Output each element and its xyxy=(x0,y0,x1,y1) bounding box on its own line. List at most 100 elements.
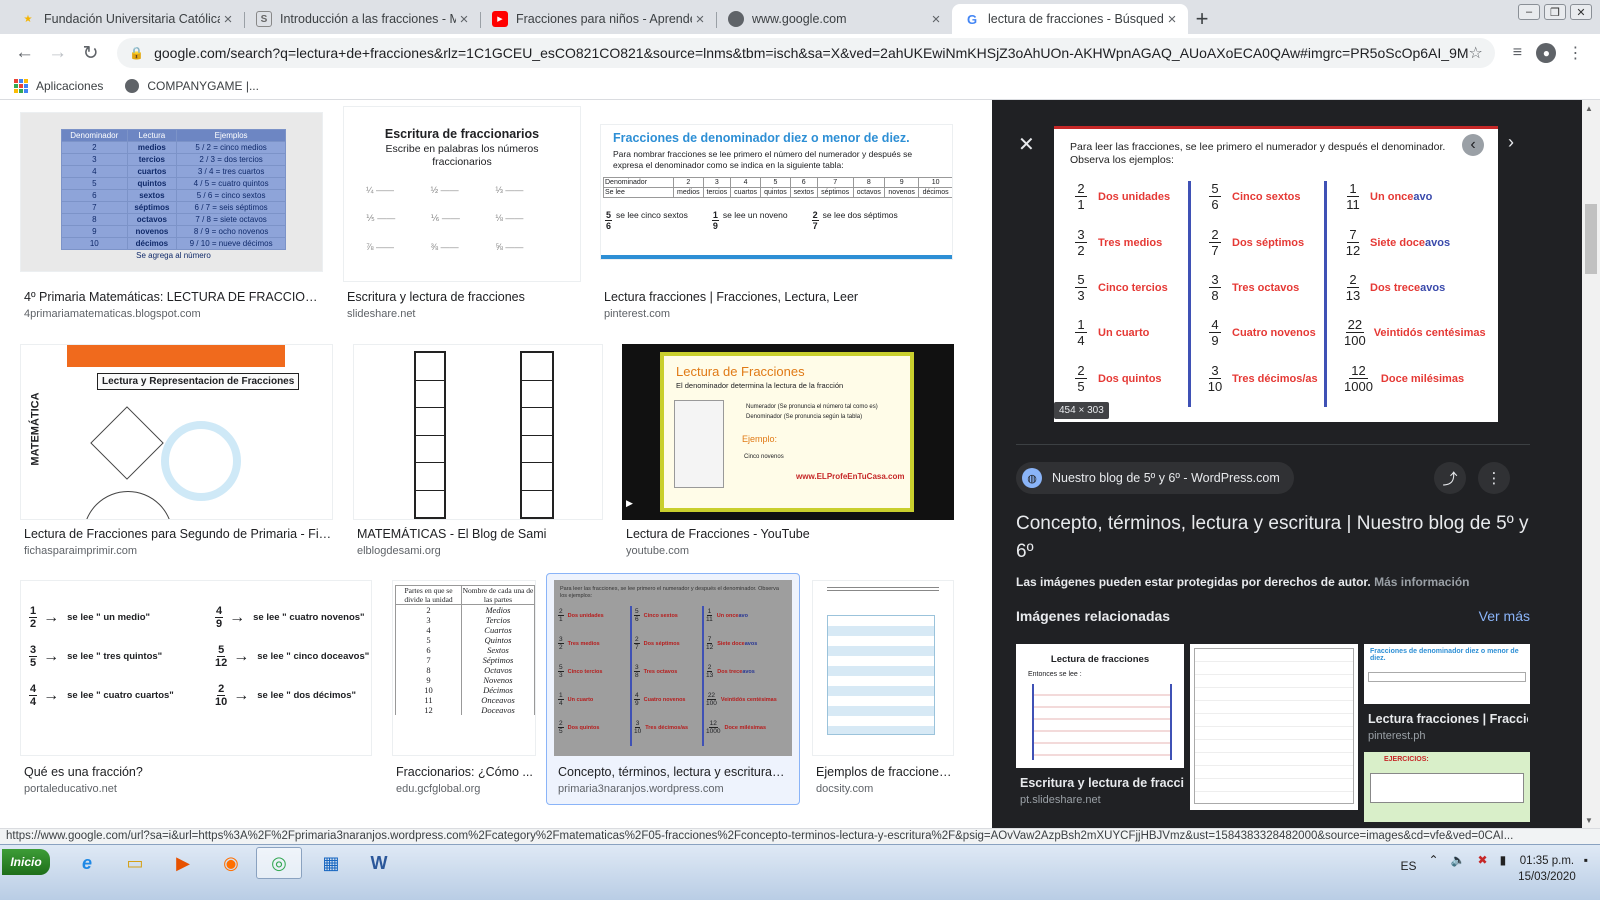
related-source-3[interactable]: pinterest.ph xyxy=(1368,730,1528,742)
youtube-favicon-icon: ▶ xyxy=(492,11,508,27)
close-tab-icon[interactable]: × xyxy=(456,11,472,28)
close-tab-icon[interactable]: × xyxy=(1164,11,1180,28)
reload-icon[interactable]: ↻ xyxy=(76,38,105,68)
result-source-3[interactable]: pinterest.com xyxy=(604,308,952,320)
source-site-chip[interactable]: ◍ Nuestro blog de 5º y 6º - WordPress.co… xyxy=(1016,462,1294,494)
table-cell: 6 xyxy=(789,177,818,188)
related-image-4[interactable]: EJERCICIOS: xyxy=(1364,752,1530,822)
preview-image[interactable]: Para leer las fracciones, se lee primero… xyxy=(1054,126,1498,422)
play-icon[interactable]: ▶ xyxy=(626,498,633,509)
forward-arrow-icon[interactable]: → xyxy=(43,38,72,68)
result-source-9[interactable]: primaria3naranjos.wordpress.com xyxy=(558,783,786,795)
related-title-1[interactable]: Escritura y lectura de fracci... xyxy=(1020,776,1184,790)
media-control-icon[interactable]: ≡ xyxy=(1503,38,1532,68)
close-tab-icon[interactable]: × xyxy=(692,11,708,28)
result-title-10[interactable]: Ejemplos de fracciones... xyxy=(816,765,952,779)
related-image-1[interactable]: Lectura de fracciones Entonces se lee : xyxy=(1016,644,1184,768)
result-thumbnail-5[interactable] xyxy=(353,344,603,520)
security-alert-icon[interactable]: ✖ xyxy=(1478,853,1488,867)
more-options-button[interactable]: ⋮ xyxy=(1478,462,1510,494)
address-bar[interactable]: 🔒 google.com/search?q=lectura+de+fraccio… xyxy=(117,38,1495,68)
tab-introduccion[interactable]: S Introducción a las fracciones - M × xyxy=(244,4,480,34)
show-desktop-icon[interactable]: ▪ xyxy=(1584,853,1588,867)
result-title-7[interactable]: Qué es una fracción? xyxy=(24,765,370,779)
related-source-1[interactable]: pt.slideshare.net xyxy=(1020,794,1184,806)
scroll-down-arrow-icon[interactable]: ▼ xyxy=(1585,816,1593,825)
related-image-2[interactable] xyxy=(1190,644,1358,810)
internet-explorer-icon[interactable]: e xyxy=(64,847,110,879)
volume-icon[interactable]: 🔈 xyxy=(1451,853,1466,867)
result-title-9[interactable]: Concepto, términos, lectura y escritura … xyxy=(558,765,786,779)
fraction-example: 1 11 Un onceavo xyxy=(1346,181,1433,212)
file-explorer-icon[interactable]: ▭ xyxy=(112,847,158,879)
profile-avatar[interactable]: ● xyxy=(1532,38,1561,68)
result-title-2[interactable]: Escritura y lectura de fracciones xyxy=(347,290,581,304)
close-window-icon[interactable]: ✕ xyxy=(1570,4,1592,20)
scroll-up-arrow-icon[interactable]: ▲ xyxy=(1585,104,1593,113)
clock[interactable]: 01:35 p.m. 15/03/2020 xyxy=(1518,853,1576,885)
result-source-6[interactable]: youtube.com xyxy=(626,545,952,557)
preview-title[interactable]: Concepto, términos, lectura y escritura … xyxy=(1016,510,1536,566)
fraction-reading: 35 → se lee " tres quintos" xyxy=(29,644,163,669)
result-thumbnail-9[interactable]: Para leer las fracciones, se lee primero… xyxy=(554,580,792,756)
result-title-3[interactable]: Lectura fracciones | Fracciones, Lectura… xyxy=(604,290,952,304)
tab-lectura-fracciones[interactable]: G lectura de fracciones - Búsqueda × xyxy=(952,4,1188,34)
result-source-8[interactable]: edu.gcfglobal.org xyxy=(396,783,536,795)
close-panel-icon[interactable]: ✕ xyxy=(1018,132,1035,157)
tab-fundacion[interactable]: ★ Fundación Universitaria Católica × xyxy=(8,4,244,34)
preview-fraction-columns: 21 Dos unidades 32 Tres medios 53 Cinco … xyxy=(1054,181,1498,421)
tray-expand-icon[interactable]: ⌃ xyxy=(1428,853,1438,867)
result-thumbnail-3[interactable]: Fracciones de denominador diez o menor d… xyxy=(600,124,953,260)
result-source-5[interactable]: elblogdesami.org xyxy=(357,545,603,557)
result-title-6[interactable]: Lectura de Fracciones - YouTube xyxy=(626,527,952,541)
control-panel-icon[interactable]: ▦ xyxy=(308,847,354,879)
word-icon[interactable]: W xyxy=(356,847,402,879)
back-arrow-icon[interactable]: ← xyxy=(10,38,39,68)
result-source-2[interactable]: slideshare.net xyxy=(347,308,581,320)
bookmark-star-icon[interactable]: ☆ xyxy=(1469,43,1483,63)
start-button[interactable]: Inicio xyxy=(2,849,50,875)
address-url[interactable]: google.com/search?q=lectura+de+fraccione… xyxy=(154,45,1468,61)
result-source-7[interactable]: portaleducativo.net xyxy=(24,783,370,795)
chrome-icon[interactable]: ◎ xyxy=(256,847,302,879)
result-thumbnail-10[interactable] xyxy=(812,580,954,756)
language-indicator[interactable]: ES xyxy=(1400,859,1416,873)
close-tab-icon[interactable]: × xyxy=(220,11,236,28)
related-image-3[interactable]: Fracciones de denominador diez o menor d… xyxy=(1364,644,1530,704)
see-more-link[interactable]: Ver más xyxy=(1479,608,1530,624)
previous-image-button[interactable]: ‹ xyxy=(1462,134,1484,156)
result-title-4[interactable]: Lectura de Fracciones para Segundo de Pr… xyxy=(24,527,332,541)
network-signal-icon[interactable]: ▮ xyxy=(1500,853,1507,867)
result-thumbnail-6[interactable]: Lectura de Fracciones El denominador det… xyxy=(622,344,954,520)
scrollbar-thumb[interactable] xyxy=(1585,204,1597,274)
new-tab-button[interactable]: + xyxy=(1188,4,1216,34)
lock-icon[interactable]: 🔒 xyxy=(129,46,144,60)
result-thumbnail-7[interactable]: 12 → se lee " un medio" 49 → se lee " cu… xyxy=(20,580,372,756)
close-tab-icon[interactable]: × xyxy=(928,11,944,28)
firefox-icon[interactable]: ◉ xyxy=(208,847,254,879)
result-thumbnail-8[interactable]: Partes en que se divide la unidad Nombre … xyxy=(392,580,536,756)
result-title-8[interactable]: Fraccionarios: ¿Cómo ... xyxy=(396,765,536,779)
result-title-5[interactable]: MATEMÁTICAS - El Blog de Sami xyxy=(357,527,603,541)
tab-google-home[interactable]: www.google.com × xyxy=(716,4,952,34)
next-image-button[interactable]: › xyxy=(1508,132,1514,153)
share-button[interactable]: ⤴ xyxy=(1434,462,1466,494)
bookmark-companygame[interactable]: COMPANYGAME |... xyxy=(125,78,259,93)
media-player-icon[interactable]: ▶ xyxy=(160,847,206,879)
example-text: se lee un noveno xyxy=(722,210,788,220)
result-thumbnail-1[interactable]: Denominador Lectura Ejemplos 2 medios 5 / 2 =… xyxy=(20,112,323,272)
result-thumbnail-4[interactable]: Lectura y Representacion de Fracciones M… xyxy=(20,344,333,520)
more-info-link[interactable]: Más información xyxy=(1374,575,1469,589)
related-title-3[interactable]: Lectura fracciones | Fraccio... xyxy=(1368,712,1528,726)
menu-kebab-icon[interactable]: ⋮ xyxy=(1561,38,1590,68)
maximize-icon[interactable]: ❐ xyxy=(1544,4,1566,20)
minimize-icon[interactable]: – xyxy=(1518,4,1540,20)
bookmark-apps[interactable]: Aplicaciones xyxy=(14,78,103,93)
vertical-scrollbar[interactable]: ▲ ▼ xyxy=(1554,100,1600,828)
result-source-4[interactable]: fichasparaimprimir.com xyxy=(24,545,332,557)
result-title-1[interactable]: 4º Primaria Matemáticas: LECTURA DE FRAC… xyxy=(24,290,324,304)
result-source-1[interactable]: 4primariamatematicas.blogspot.com xyxy=(24,308,324,320)
result-source-10[interactable]: docsity.com xyxy=(816,783,952,795)
tab-youtube[interactable]: ▶ Fracciones para niños - Aprende × xyxy=(480,4,716,34)
result-thumbnail-2[interactable]: Escritura de fraccionarios Escribe en pa… xyxy=(343,106,581,282)
